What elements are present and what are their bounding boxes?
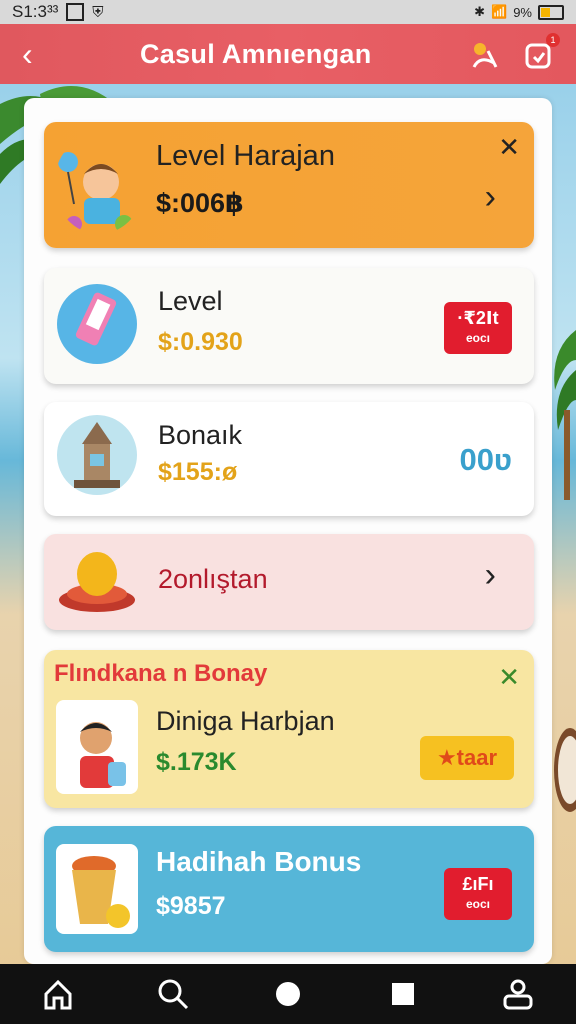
card-value: $:006฿ [156, 188, 244, 218]
circle-home-icon[interactable] [270, 976, 306, 1012]
card-title: Level Harajan [156, 140, 335, 172]
card-2onlistan[interactable]: 2onlıştan › [44, 534, 534, 630]
card-title: 2onlıştan [158, 564, 268, 594]
claim-button-sublabel: eocı [465, 897, 490, 911]
chevron-right-icon[interactable]: › [485, 178, 496, 217]
cup-coins-icon [56, 844, 138, 934]
battery-percent: 9% [513, 4, 532, 20]
person-avatar-icon [56, 700, 138, 794]
card-value: $9857 [156, 892, 226, 920]
status-shield-icon: ⛨ [92, 3, 104, 21]
claim-button[interactable]: ·₹2Ⅰt eocı [444, 302, 512, 354]
page-title: Casul Amnıengan [140, 38, 372, 69]
card-value: $:0.930 [158, 328, 243, 356]
bottom-nav [0, 964, 576, 1024]
card-title: Bonaık [158, 420, 243, 450]
card-level[interactable]: Level $:0.930 ·₹2Ⅰt eocı [44, 268, 534, 384]
close-icon[interactable]: ✕ [498, 132, 520, 163]
palm-tree-right [554, 330, 576, 500]
claim-button-label: ·₹2Ⅰt [457, 308, 499, 328]
back-arrow-icon[interactable]: ‹ [22, 38, 62, 70]
card-level-harajan[interactable]: Level Harajan $:006฿ ✕ › [44, 122, 534, 248]
claim-button-label: £ıFı [462, 874, 494, 894]
notification-badge: 1 [546, 33, 560, 47]
home-icon[interactable] [40, 976, 76, 1012]
search-icon[interactable] [155, 976, 191, 1012]
card-amount: 00ʋ [459, 442, 512, 477]
start-button-label: ★taar [436, 745, 498, 770]
app-header: ‹ Casul Amnıengan 1 [0, 24, 576, 84]
card-title: Diniga Harbjan [156, 706, 335, 736]
status-bar: S1:3³³ ⛨ ✱ 📶 9% [0, 0, 576, 24]
close-icon[interactable]: ✕ [498, 662, 520, 693]
claim-button-sublabel: eocı [465, 331, 490, 345]
sea-ball-right [554, 728, 576, 812]
kid-avatar-icon [58, 152, 133, 233]
card-value: $.173K [156, 748, 237, 776]
chevron-right-icon[interactable]: › [485, 556, 496, 595]
wifi-icon: 📶 [491, 4, 508, 19]
card-diniga-harbjan[interactable]: Flındkana n Bonay ✕ Diniga Harbjan $.173… [44, 650, 534, 808]
status-time: S1:3³³ [12, 2, 59, 21]
claim-button[interactable]: £ıFı eocı [444, 868, 512, 920]
share-user-icon[interactable] [468, 39, 498, 69]
temple-icon [57, 415, 137, 495]
profile-icon[interactable] [500, 976, 536, 1012]
square-recents-icon[interactable] [385, 976, 421, 1012]
battery-icon [538, 4, 564, 20]
card-title: Level [158, 286, 223, 316]
start-button[interactable]: ★taar [420, 736, 514, 780]
card-title: Hadihah Bonus [156, 846, 362, 877]
card-value: $155:ø [158, 458, 238, 486]
card-bonaik[interactable]: Bonaık $155:ø 00ʋ [44, 402, 534, 516]
golden-egg-icon [59, 552, 135, 612]
bluetooth-icon: ✱ [474, 4, 486, 19]
notification-icon[interactable]: 1 [524, 33, 560, 69]
banner-title: Flındkana n Bonay [54, 660, 268, 687]
status-notification-icon [66, 3, 85, 21]
phone-game-icon [57, 284, 137, 364]
card-hadihah-bonus[interactable]: Hadihah Bonus $9857 £ıFı eocı [44, 826, 534, 952]
